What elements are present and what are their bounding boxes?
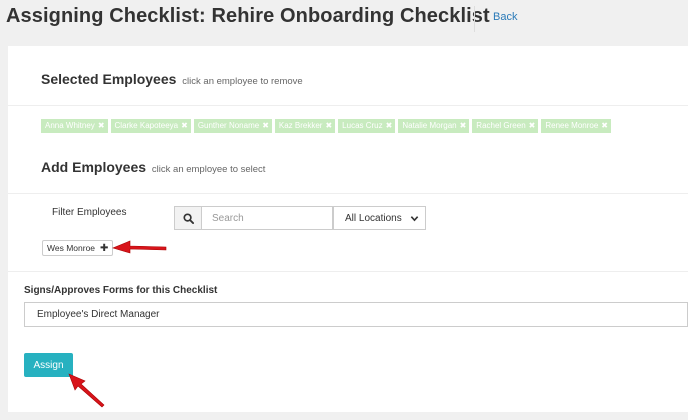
selected-employee-chip[interactable]: Renee Monroe ✖ [541, 119, 611, 133]
selected-employee-name: Gunther Noname [197, 121, 260, 130]
divider [8, 105, 688, 106]
available-employee-name: Wes Monroe [47, 243, 96, 253]
remove-icon: ✖ [262, 121, 269, 130]
location-select-value: All Locations [345, 212, 402, 224]
selected-employee-name: Kaz Brekker [278, 121, 323, 130]
remove-icon: ✖ [97, 121, 105, 130]
remove-icon: ✖ [601, 121, 608, 130]
selected-employee-chip[interactable]: Natalie Morgan ✖ [398, 119, 470, 133]
assign-card: Selected Employees click an employee to … [8, 46, 688, 412]
selected-employee-chip[interactable]: Anna Whitney ✖ [41, 119, 108, 133]
divider [8, 193, 688, 194]
selected-employee-name: Clarke Kapoteeya [114, 121, 179, 130]
selected-employee-chip[interactable]: Clarke Kapoteeya ✖ [110, 119, 191, 133]
selected-employee-name: Rachel Green [476, 121, 526, 130]
add-employees-heading: Add Employees click an employee to selec… [41, 159, 265, 175]
plus-icon: ✚ [100, 243, 109, 254]
selected-employees-hint: click an employee to remove [182, 76, 303, 87]
search-icon [183, 212, 194, 224]
search-button[interactable] [174, 206, 202, 230]
remove-icon: ✖ [459, 121, 467, 130]
add-employees-title: Add Employees [41, 159, 147, 175]
selected-employee-chip[interactable]: Gunther Noname ✖ [193, 119, 272, 133]
back-link[interactable]: Back [493, 11, 517, 23]
forms-approver-label: Signs/Approves Forms for this Checklist [24, 285, 218, 296]
assign-button[interactable]: Assign [24, 353, 73, 377]
selected-employee-chip[interactable]: Kaz Brekker ✖ [274, 119, 336, 133]
page-title: Assigning Checklist: Rehire Onboarding C… [6, 5, 490, 27]
remove-icon: ✖ [325, 121, 333, 130]
selected-employee-name: Natalie Morgan [402, 121, 457, 130]
add-employees-hint: click an employee to select [151, 164, 266, 175]
forms-approver-select[interactable]: Employee's Direct Manager [24, 302, 688, 327]
selected-employee-chip[interactable]: Rachel Green ✖ [472, 119, 539, 133]
header-divider [474, 6, 475, 32]
remove-icon: ✖ [181, 121, 188, 130]
search-input[interactable] [201, 206, 333, 230]
page-header: Assigning Checklist: Rehire Onboarding C… [0, 0, 688, 40]
chevron-down-icon [410, 216, 419, 222]
selected-employees-list: Anna Whitney ✖ Clarke Kapoteeya ✖ Gunther No… [41, 119, 614, 133]
location-select[interactable]: All Locations [333, 206, 426, 230]
selected-employee-name: Anna Whitney [45, 121, 95, 130]
remove-icon: ✖ [385, 121, 393, 130]
selected-employees-heading: Selected Employees click an employee to … [41, 71, 303, 87]
remove-icon: ✖ [528, 121, 536, 130]
filter-employees-label: Filter Employees [52, 207, 127, 218]
selected-employee-name: Renee Monroe [545, 121, 599, 130]
selected-employee-name: Lucas Cruz [342, 121, 383, 130]
selected-employees-title: Selected Employees [41, 71, 177, 87]
selected-employee-chip[interactable]: Lucas Cruz ✖ [338, 119, 396, 133]
divider [8, 271, 688, 272]
available-employee-chip[interactable]: Wes Monroe ✚ [42, 240, 114, 256]
